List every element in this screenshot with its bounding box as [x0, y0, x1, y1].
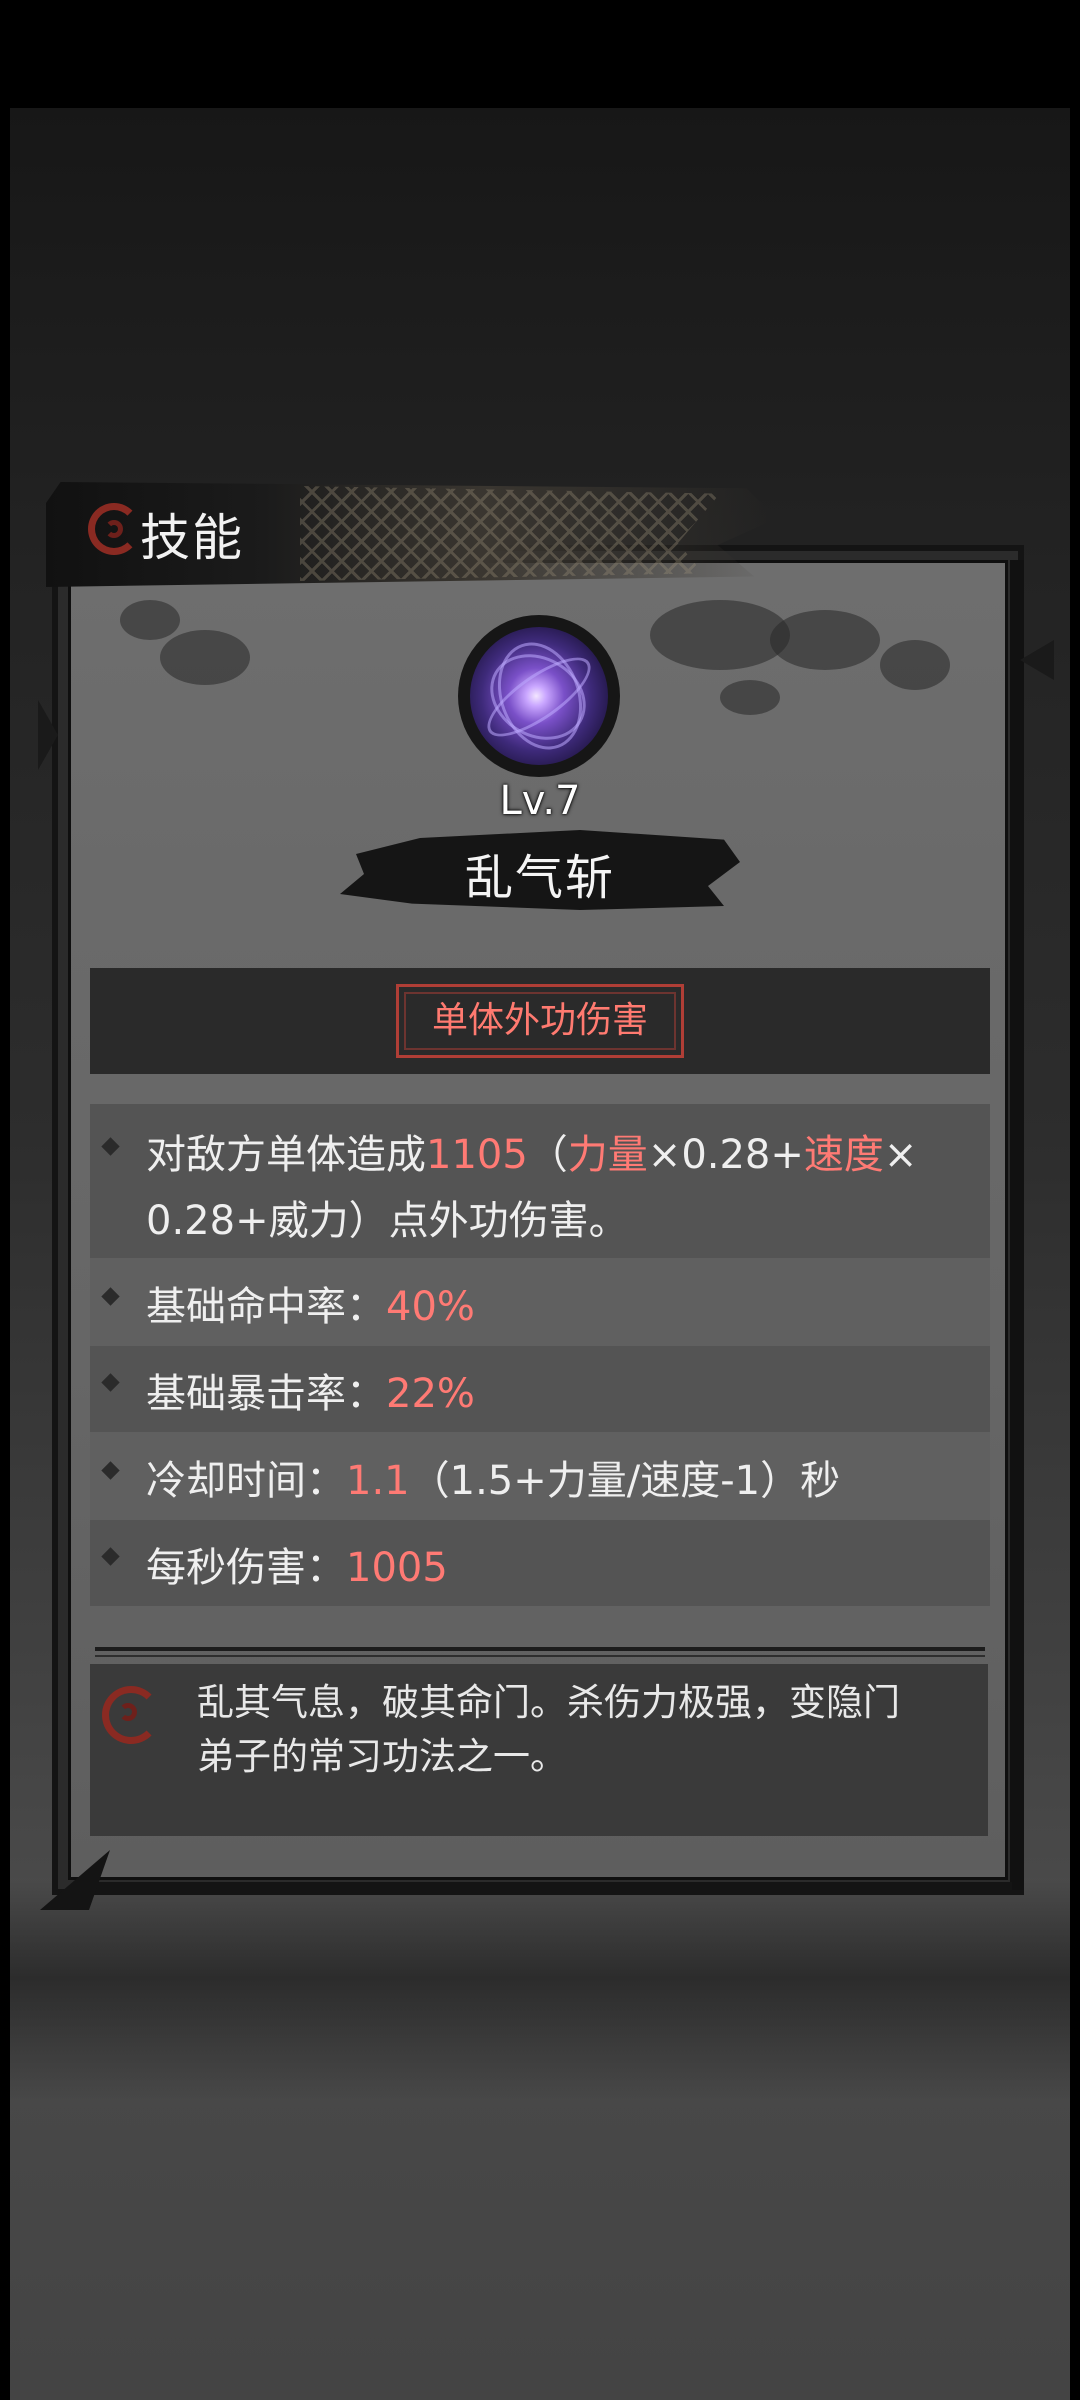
hit-rate-text: 基础命中率：40% — [146, 1274, 475, 1332]
dps-value: 1005 — [346, 1545, 448, 1591]
divider — [95, 1655, 985, 1657]
page-title: 技能 — [140, 509, 244, 567]
cooldown-label: 冷却时间： — [146, 1458, 346, 1504]
damage-text-line1: 对敌方单体造成1105（力量×0.28+速度× — [146, 1122, 917, 1180]
cooldown-text: 冷却时间：1.1（1.5+力量/速度-1）秒 — [146, 1448, 840, 1506]
crit-rate-text: 基础暴击率：22% — [146, 1361, 475, 1419]
dps-label: 每秒伤害： — [146, 1545, 346, 1591]
cooldown-formula: （1.5+力量/速度-1）秒 — [409, 1458, 841, 1504]
skill-type-label: 单体外功伤害 — [431, 1000, 648, 1041]
swirl-icon — [102, 1686, 160, 1744]
damage-prefix: 对敌方单体造成 — [146, 1132, 426, 1178]
dps-text: 每秒伤害：1005 — [146, 1535, 448, 1593]
description-line-1: 乱其气息，破其命门。杀伤力极强，变隐门 — [197, 1681, 900, 1724]
hit-rate-label: 基础命中率： — [146, 1284, 386, 1330]
damage-text-line2: 0.28+威力）点外功伤害。 — [146, 1198, 629, 1244]
damage-mid2: × — [883, 1132, 918, 1178]
panel-right-edge — [1010, 560, 1024, 1890]
crit-rate-label: 基础暴击率： — [146, 1371, 386, 1417]
damage-attr-strength: 力量 — [567, 1132, 648, 1178]
divider — [95, 1647, 985, 1651]
description-line-2: 弟子的常习功法之一。 — [197, 1735, 567, 1778]
ink-blot — [120, 600, 180, 640]
header-pattern — [300, 486, 720, 581]
ink-blot — [720, 680, 780, 715]
skill-description: 乱其气息，破其命门。杀伤力极强，变隐门 弟子的常习功法之一。 — [197, 1676, 977, 1784]
crit-rate-value: 22% — [386, 1371, 475, 1417]
background-shadow — [10, 1880, 1070, 2100]
status-bar-area — [0, 0, 1080, 108]
cooldown-value: 1.1 — [346, 1458, 410, 1504]
hit-rate-value: 40% — [386, 1284, 475, 1330]
ink-blot — [770, 610, 880, 670]
ink-blot — [160, 630, 250, 685]
purple-orb-icon[interactable] — [470, 627, 608, 765]
swirl-icon — [88, 503, 140, 555]
panel-bottom-edge — [82, 1882, 1012, 1890]
ink-blot — [650, 600, 790, 670]
damage-open: （ — [527, 1132, 568, 1178]
damage-value: 1105 — [426, 1132, 528, 1178]
ink-blot — [880, 640, 950, 690]
damage-mid1: ×0.28+ — [647, 1132, 804, 1178]
skill-level: Lv.7 — [499, 778, 581, 824]
damage-attr-speed: 速度 — [803, 1132, 884, 1178]
skill-name: 乱气斩 — [464, 850, 615, 906]
